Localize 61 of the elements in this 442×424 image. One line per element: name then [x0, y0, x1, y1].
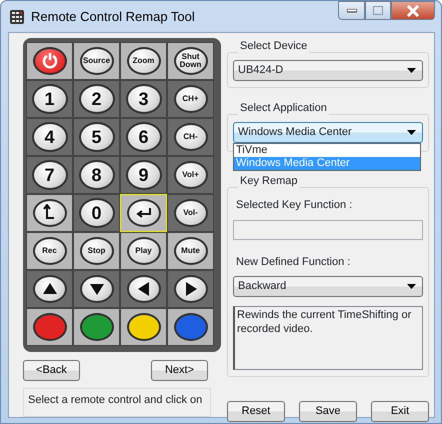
dialog-button[interactable]: Save [299, 401, 357, 422]
remote-key[interactable]: Stop [80, 237, 114, 265]
description-box: Rewinds the current TimeShifting or recorded video. [233, 306, 423, 370]
remote-key[interactable]: 4 [32, 122, 68, 152]
remote-key[interactable]: 2 [78, 84, 114, 114]
remote-key[interactable]: Play [126, 237, 160, 265]
selected-key-field[interactable] [233, 220, 423, 240]
remote-key[interactable] [126, 199, 160, 227]
remote-key[interactable]: CH+ [174, 85, 208, 113]
remote-key[interactable]: Vol- [174, 199, 208, 227]
application-dropdown[interactable]: Windows Media Center [233, 122, 423, 143]
remote-key[interactable]: Source [80, 47, 114, 75]
remote-key[interactable]: Mute [174, 237, 208, 265]
remote-key[interactable]: 7 [32, 160, 68, 190]
remote-key[interactable] [32, 199, 66, 227]
remote-key[interactable]: 9 [126, 160, 162, 190]
back-button[interactable]: <Back [23, 360, 80, 381]
color-key[interactable] [80, 313, 114, 341]
dialog-button[interactable]: Reset [227, 401, 285, 422]
group-label: Select Device [239, 41, 308, 52]
remote-key[interactable] [32, 275, 66, 303]
color-key[interactable] [174, 313, 208, 341]
remote-key[interactable]: 1 [32, 84, 68, 114]
minimize-icon [346, 8, 356, 12]
remote-key[interactable]: 6 [126, 122, 162, 152]
caret-icon [407, 68, 416, 73]
remote-key[interactable]: Vol+ [174, 161, 208, 189]
group-label: Key Remap [239, 176, 298, 187]
remote-key[interactable]: Rec [32, 237, 66, 265]
color-key[interactable] [126, 313, 160, 341]
caret-icon [407, 284, 416, 289]
power-button[interactable] [32, 47, 66, 75]
function-dropdown[interactable]: Backward [233, 276, 423, 297]
remote-key[interactable]: Zoom [126, 47, 160, 75]
dialog-button[interactable]: Exit [371, 401, 429, 422]
dropdown-option[interactable]: TiVme [234, 144, 420, 157]
remote-key[interactable]: 5 [78, 122, 114, 152]
window-title: Remote Control Remap Tool [31, 8, 195, 26]
remote-key[interactable]: 3 [126, 84, 162, 114]
maximize-icon [373, 6, 383, 15]
remote-key[interactable] [174, 275, 208, 303]
remote-key[interactable]: Shut Down [174, 47, 208, 75]
color-key[interactable] [32, 313, 66, 341]
maximize-button[interactable] [365, 1, 391, 20]
next-button[interactable]: Next> [151, 360, 208, 381]
close-button[interactable] [391, 1, 435, 20]
caret-icon [407, 130, 416, 135]
remote-key[interactable] [126, 275, 160, 303]
field-label: New Defined Function : [236, 254, 352, 270]
remote-key[interactable]: CH- [174, 123, 208, 151]
app-icon [9, 8, 25, 24]
field-label: Selected Key Function : [236, 198, 354, 213]
minimize-button[interactable] [338, 1, 365, 20]
power-icon [40, 52, 58, 70]
remote-key[interactable]: 8 [78, 160, 114, 190]
close-icon [406, 4, 420, 16]
device-dropdown[interactable]: UB424-D [233, 60, 423, 81]
remote-key[interactable]: 0 [78, 198, 114, 228]
group-label: Select Application [239, 103, 328, 114]
status-text: Select a remote control and click on [23, 388, 211, 417]
remote-key[interactable] [80, 275, 114, 303]
